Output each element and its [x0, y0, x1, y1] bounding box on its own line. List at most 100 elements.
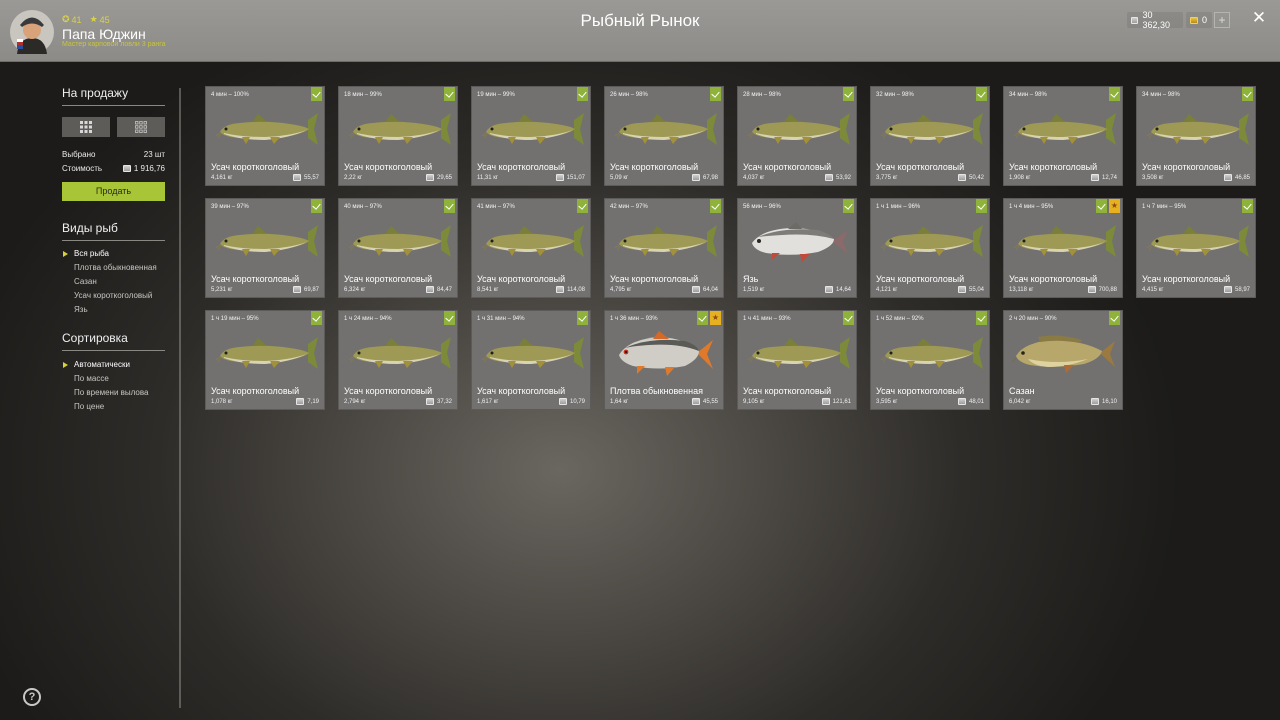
fish-card[interactable]: 18 мин – 99% Усач короткоголовый 2,22 кг… — [338, 86, 458, 186]
silver-coin-icon — [425, 398, 434, 405]
fish-card[interactable]: 1 ч 41 мин – 93% Усач короткоголовый 9,1… — [737, 310, 857, 410]
fish-card[interactable]: 1 ч 7 мин – 95% Усач короткоголовый 4,41… — [1136, 198, 1256, 298]
trophy-star-icon: ★ — [1109, 199, 1120, 213]
fish-weight: 5,09 кг — [610, 175, 629, 181]
species-filter-item-3[interactable]: Усач короткоголовый — [74, 291, 152, 300]
fish-card[interactable]: 1 ч 31 мин – 94% Усач короткоголовый 1,6… — [471, 310, 591, 410]
selected-check-icon[interactable] — [1109, 87, 1120, 101]
selected-check-icon[interactable] — [843, 311, 854, 325]
fish-card[interactable]: 32 мин – 98% Усач короткоголовый 3,775 к… — [870, 86, 990, 186]
fish-card[interactable]: 28 мин – 98% Усач короткоголовый 4,037 к… — [737, 86, 857, 186]
sort-option-3[interactable]: По цене — [74, 402, 104, 411]
divider — [62, 105, 165, 106]
fish-card[interactable]: 1 ч 36 мин – 93% ★ Плотва обыкновенная 1… — [604, 310, 724, 410]
fish-price: 29,65 — [425, 174, 452, 181]
fish-name: Усач короткоголовый — [1009, 274, 1098, 284]
help-icon[interactable]: ? — [23, 688, 41, 706]
fish-weight: 3,595 кг — [876, 399, 898, 405]
silver-coin-icon — [957, 286, 966, 293]
fish-price: 46,85 — [1223, 174, 1250, 181]
fish-image — [1141, 219, 1251, 265]
fish-image — [1008, 331, 1118, 377]
add-gold-button[interactable]: + — [1214, 12, 1230, 28]
catch-time-quality: 56 мин – 96% — [743, 204, 781, 210]
selected-check-icon[interactable] — [710, 87, 721, 101]
fish-image — [1141, 107, 1251, 153]
selected-check-icon[interactable] — [976, 87, 987, 101]
catch-time-quality: 1 ч 24 мин – 94% — [344, 316, 392, 322]
fish-card[interactable]: 2 ч 20 мин – 90% Сазан 6,042 кг 16,10 — [1003, 310, 1123, 410]
fish-weight: 2,22 кг — [344, 175, 363, 181]
selected-check-icon[interactable] — [976, 311, 987, 325]
fish-price-value: 53,92 — [835, 174, 851, 181]
species-filter-item-0[interactable]: Вся рыба — [74, 249, 109, 258]
fish-card[interactable]: 34 мин – 98% Усач короткоголовый 1,908 к… — [1003, 86, 1123, 186]
fish-card[interactable]: 56 мин – 96% Язь 1,519 кг 14,64 — [737, 198, 857, 298]
fish-card[interactable]: 19 мин – 99% Усач короткоголовый 11,31 к… — [471, 86, 591, 186]
silver-coin-icon — [821, 398, 830, 405]
player-name: Папа Юджин — [62, 26, 146, 42]
fish-image — [1008, 219, 1118, 265]
selected-check-icon[interactable] — [697, 311, 708, 325]
sort-option-1[interactable]: По массе — [74, 374, 109, 383]
fish-card[interactable]: 1 ч 24 мин – 94% Усач короткоголовый 2,7… — [338, 310, 458, 410]
fish-card[interactable]: 40 мин – 97% Усач короткоголовый 6,324 к… — [338, 198, 458, 298]
close-icon[interactable]: ✕ — [1250, 9, 1268, 27]
player-avatar[interactable] — [9, 8, 55, 56]
sell-button[interactable]: Продать — [62, 182, 165, 201]
silver-coin-icon — [957, 398, 966, 405]
species-filter-item-4[interactable]: Язь — [74, 305, 88, 314]
fish-card[interactable]: 1 ч 19 мин – 95% Усач короткоголовый 1,0… — [205, 310, 325, 410]
fish-card[interactable]: 34 мин – 98% Усач короткоголовый 3,508 к… — [1136, 86, 1256, 186]
selected-check-icon[interactable] — [444, 87, 455, 101]
grid-large-view-button[interactable] — [62, 117, 110, 137]
sort-option-0[interactable]: Автоматически — [74, 360, 130, 369]
selected-check-icon[interactable] — [976, 199, 987, 213]
species-filter-item-1[interactable]: Плотва обыкновенная — [74, 263, 157, 272]
fish-name: Усач короткоголовый — [876, 162, 965, 172]
selected-check-icon[interactable] — [311, 87, 322, 101]
fish-card[interactable]: 41 мин – 97% Усач короткоголовый 8,541 к… — [471, 198, 591, 298]
fish-price-value: 58,97 — [1234, 286, 1250, 293]
catch-time-quality: 34 мин – 98% — [1009, 92, 1047, 98]
species-filter-item-2[interactable]: Сазан — [74, 277, 97, 286]
fish-name: Усач короткоголовый — [211, 386, 300, 396]
selected-check-icon[interactable] — [1109, 311, 1120, 325]
selected-check-icon[interactable] — [444, 311, 455, 325]
fish-card[interactable]: 1 ч 4 мин – 95% ★ Усач короткоголовый 13… — [1003, 198, 1123, 298]
fish-name: Усач короткоголовый — [743, 162, 832, 172]
selected-check-icon[interactable] — [1096, 199, 1107, 213]
selected-check-icon[interactable] — [311, 311, 322, 325]
fish-card[interactable]: 4 мин – 100% Усач короткоголовый 4,161 к… — [205, 86, 325, 186]
grid-small-view-button[interactable] — [117, 117, 165, 137]
selected-check-icon[interactable] — [1242, 87, 1253, 101]
selected-check-icon[interactable] — [710, 199, 721, 213]
sort-option-2[interactable]: По времени вылова — [74, 388, 148, 397]
fish-name: Плотва обыкновенная — [610, 386, 703, 396]
catch-time-quality: 42 мин – 97% — [610, 204, 648, 210]
fish-weight: 1,617 кг — [477, 399, 499, 405]
selected-check-icon[interactable] — [1242, 199, 1253, 213]
fish-card[interactable]: 42 мин – 97% Усач короткоголовый 4,795 к… — [604, 198, 724, 298]
selected-check-icon[interactable] — [577, 87, 588, 101]
fish-price-value: 121,61 — [832, 398, 851, 405]
fish-name: Усач короткоголовый — [477, 274, 566, 284]
fish-card[interactable]: 1 ч 52 мин – 92% Усач короткоголовый 3,5… — [870, 310, 990, 410]
fish-price-value: 69,87 — [303, 286, 319, 293]
selected-check-icon[interactable] — [577, 311, 588, 325]
fish-image — [875, 107, 985, 153]
selected-check-icon[interactable] — [843, 87, 854, 101]
selected-check-icon[interactable] — [843, 199, 854, 213]
fish-card[interactable]: 39 мин – 97% Усач короткоголовый 5,231 к… — [205, 198, 325, 298]
silver-coin-icon — [691, 286, 700, 293]
fish-card[interactable]: 26 мин – 98% Усач короткоголовый 5,09 кг… — [604, 86, 724, 186]
fish-name: Язь — [743, 274, 759, 284]
fish-price-value: 114,08 — [567, 286, 585, 293]
silver-coin-icon — [292, 286, 301, 293]
selected-check-icon[interactable] — [311, 199, 322, 213]
selected-check-icon[interactable] — [444, 199, 455, 213]
selected-check-icon[interactable] — [577, 199, 588, 213]
fish-image — [343, 219, 453, 265]
fish-price: 12,74 — [1090, 174, 1117, 181]
fish-card[interactable]: 1 ч 1 мин – 96% Усач короткоголовый 4,12… — [870, 198, 990, 298]
